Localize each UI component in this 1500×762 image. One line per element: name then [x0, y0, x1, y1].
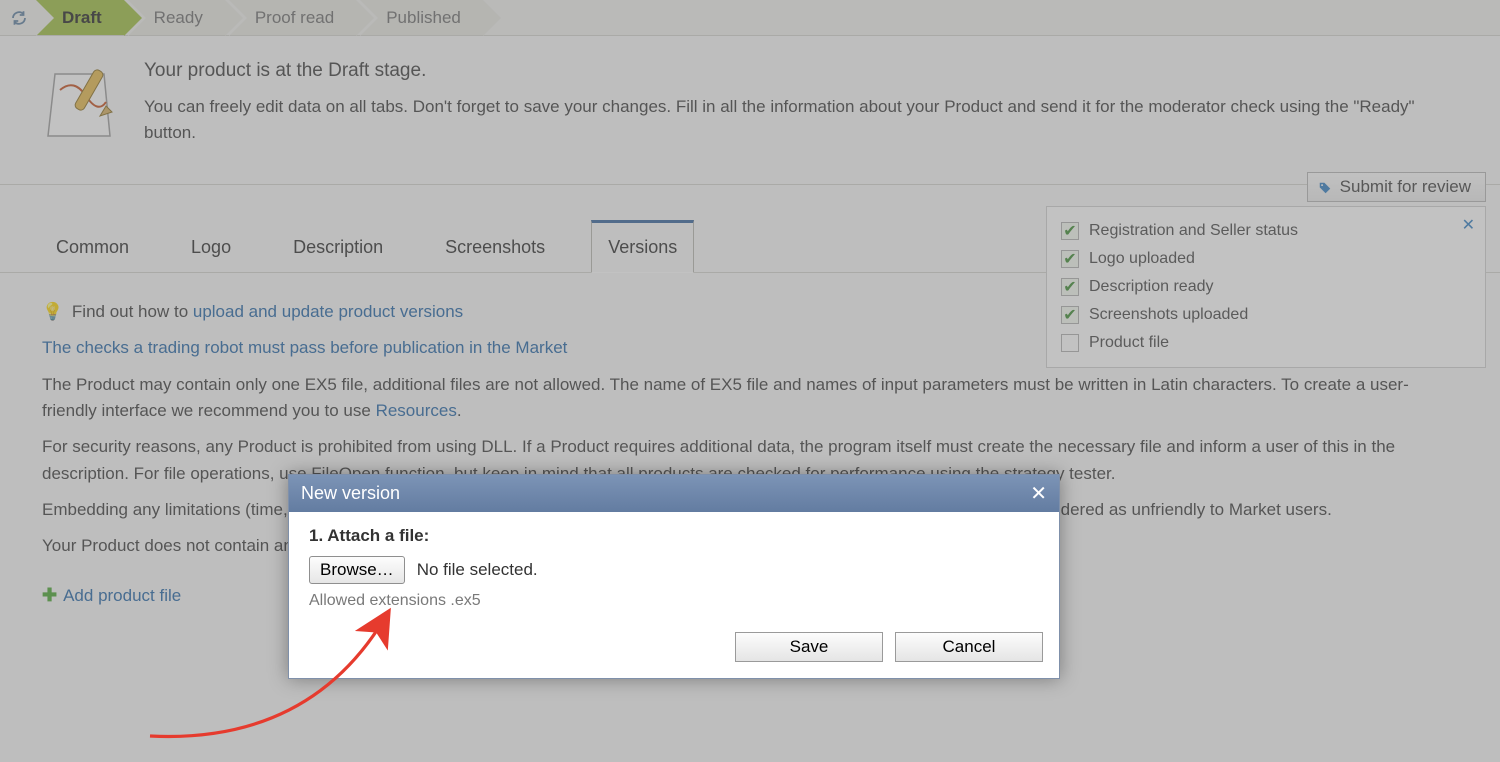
dialog-titlebar: New version ✕: [289, 475, 1059, 512]
new-version-dialog: New version ✕ 1. Attach a file: Browse… …: [288, 474, 1060, 679]
save-button[interactable]: Save: [735, 632, 883, 662]
dialog-step-label: 1. Attach a file:: [309, 526, 1039, 546]
cancel-button[interactable]: Cancel: [895, 632, 1043, 662]
browse-button[interactable]: Browse…: [309, 556, 405, 584]
close-icon[interactable]: ✕: [1030, 481, 1047, 506]
allowed-extensions-hint: Allowed extensions .ex5: [309, 592, 1039, 610]
dialog-title: New version: [301, 483, 400, 504]
no-file-selected-text: No file selected.: [417, 560, 538, 580]
